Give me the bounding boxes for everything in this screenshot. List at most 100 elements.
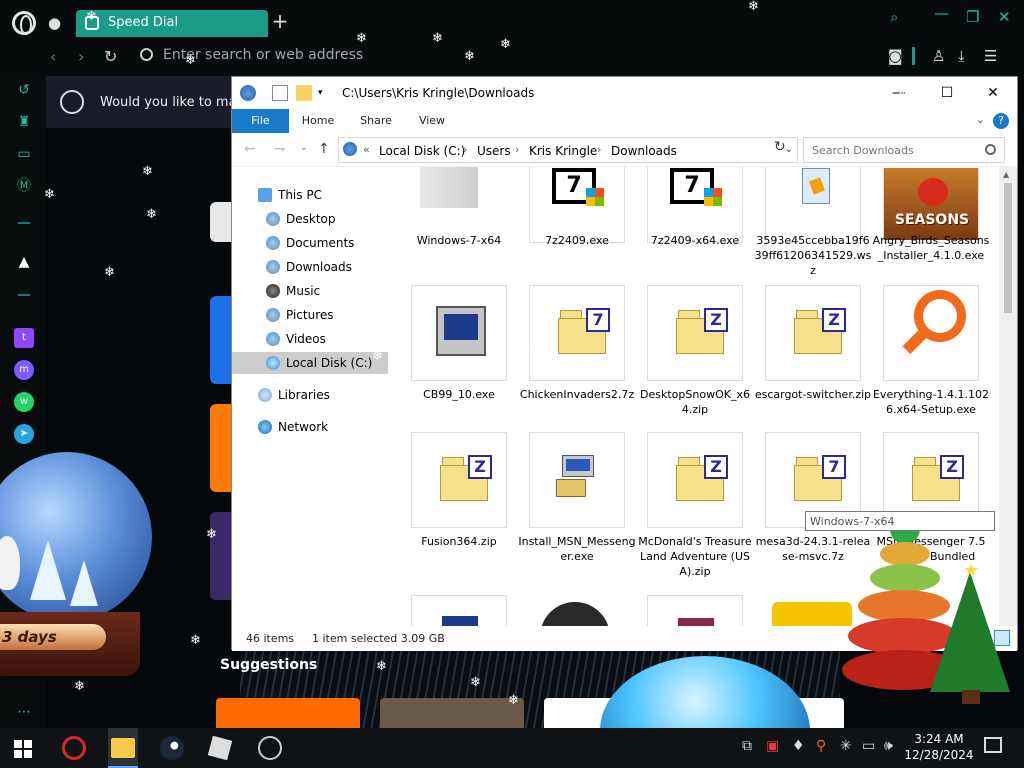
nav-item-documents[interactable]: Documents (266, 232, 388, 254)
nav-item-music[interactable]: Music (266, 280, 388, 302)
banner-text: Would you like to make (100, 95, 252, 110)
tab-search-icon[interactable]: ⌕ (890, 8, 898, 26)
nav-item-network[interactable]: Network (258, 416, 388, 438)
file-thumbnail: SEASONS (883, 167, 979, 243)
suggestion-card[interactable] (380, 698, 524, 728)
reload-button[interactable]: ↻ (104, 47, 117, 66)
file-thumbnail (529, 432, 625, 528)
task-view-icon[interactable]: ⧉ (742, 738, 752, 754)
everything-tray-icon[interactable]: ⚲ (816, 738, 826, 754)
up-button[interactable]: ↑ (318, 141, 330, 157)
tab-home[interactable]: Home (292, 109, 344, 133)
messenger-icon[interactable]: m (14, 360, 34, 380)
snow-tray-icon[interactable]: ✳ (840, 738, 852, 754)
snowflake-icon: ❄ (142, 164, 153, 179)
new-tab-button[interactable]: + (270, 11, 290, 32)
twitch-icon[interactable]: t (14, 328, 34, 348)
network-tray-icon[interactable]: ▭ (862, 738, 875, 754)
breadcrumb-downloads[interactable]: Downloads (611, 144, 677, 158)
tab-share[interactable]: Share (350, 109, 402, 133)
new-folder-icon[interactable] (296, 85, 312, 101)
nav-item-this-pc[interactable]: This PC (258, 184, 388, 206)
search-input[interactable]: Search Downloads (803, 137, 1005, 163)
file-thumbnail[interactable] (647, 595, 743, 626)
help-icon[interactable]: ? (993, 113, 1009, 129)
snowflake-icon: ❄ (74, 679, 85, 694)
opera-logo-icon[interactable] (12, 11, 36, 35)
aria-icon[interactable]: ↺ (14, 80, 34, 100)
search-icon (140, 48, 153, 61)
file-thumbnail[interactable] (529, 595, 625, 626)
back-button[interactable]: ‹ (50, 47, 56, 66)
quick-access-dropdown-icon[interactable]: ▾ (318, 85, 334, 101)
snowflake-icon: ❄ (185, 53, 196, 68)
whatsapp-icon[interactable]: w (14, 392, 34, 412)
nav-item-videos[interactable]: Videos (266, 328, 388, 350)
breadcrumb-chevron-icon[interactable]: › (597, 143, 601, 156)
steam-taskbar-icon[interactable] (160, 736, 184, 760)
everything-icon (898, 290, 966, 358)
crypto-wallet-icon[interactable]: ♜ (14, 112, 34, 132)
globe-tree (70, 560, 98, 606)
breadcrumb-users[interactable]: Users (477, 144, 511, 158)
nav-item-desktop[interactable]: Desktop (266, 208, 388, 230)
file-thumbnail: Z (647, 432, 743, 528)
volume-icon[interactable]: 🕪 (884, 738, 893, 754)
nav-item-libraries[interactable]: Libraries (258, 384, 388, 406)
opera-taskbar-icon[interactable] (62, 736, 86, 760)
address-bar[interactable]: « Local Disk (C:) › Users › Kris Kringle… (338, 137, 798, 163)
system-clock[interactable]: 3:24 AM 12/28/2024 (904, 731, 974, 763)
player-icon[interactable]: ▭ (14, 144, 34, 164)
easy-setup-icon[interactable]: ☰ (984, 47, 997, 65)
close-button[interactable]: ✕ (970, 79, 1016, 107)
scroll-thumb[interactable] (1004, 183, 1012, 313)
gx-icon[interactable]: Ⓜ (14, 176, 34, 196)
download-icon[interactable]: ⤓ (958, 47, 965, 65)
workspace-icon[interactable]: ● (48, 14, 68, 34)
tab-view[interactable]: View (406, 109, 458, 133)
address-input[interactable]: Enter search or web address (140, 47, 363, 63)
dropbox-icon[interactable]: ♦ (792, 738, 805, 754)
properties-icon[interactable] (272, 85, 288, 101)
telegram-icon[interactable]: ➤ (14, 424, 34, 444)
close-button[interactable]: ✕ (998, 8, 1011, 26)
recent-dropdown-icon[interactable]: ⌄ (300, 143, 308, 153)
file-thumbnail (411, 285, 507, 381)
maximize-button[interactable]: ☐ (924, 79, 970, 107)
tab-file[interactable]: File (232, 109, 289, 133)
minimize-button[interactable]: — (934, 4, 949, 22)
suggestion-card[interactable] (216, 698, 360, 728)
breadcrumb-chevron-icon[interactable]: › (515, 143, 519, 156)
file-explorer-taskbar-icon[interactable] (111, 738, 135, 758)
account-icon[interactable]: ♙ (932, 47, 945, 65)
scroll-up-icon[interactable]: ▲ (1003, 170, 1009, 179)
ribbon-expand-icon[interactable]: ⌄ (976, 113, 985, 126)
breadcrumb-local-disk[interactable]: Local Disk (C:) (379, 144, 465, 158)
refresh-icon[interactable]: ↻ (774, 139, 786, 155)
snowflake-icon: ❄ (146, 207, 157, 222)
7z-archive-icon: 7 (558, 308, 610, 354)
notifications-icon[interactable] (984, 737, 1002, 753)
nav-item-local-disk[interactable]: Local Disk (C:) (232, 352, 388, 374)
address-dropdown-icon[interactable]: ⌄ (785, 144, 793, 155)
back-button[interactable]: ← (244, 141, 256, 157)
maximize-button[interactable]: ❐ (966, 8, 979, 26)
tray-app-icon[interactable]: ▣ (766, 738, 779, 754)
tab-speed-dial[interactable]: Speed Dial (76, 10, 268, 37)
nav-item-downloads[interactable]: Downloads (266, 256, 388, 278)
breadcrumb-chevron-icon[interactable]: › (463, 143, 467, 156)
sidebar-more-icon[interactable]: ⋯ (14, 702, 34, 722)
breadcrumb-overflow[interactable]: « (363, 143, 370, 156)
file-thumbnail[interactable] (411, 595, 507, 626)
start-button[interactable] (14, 740, 32, 758)
breadcrumb-kris-kringle[interactable]: Kris Kringle (529, 144, 597, 158)
vertical-scrollbar[interactable]: ▲ (999, 167, 1017, 626)
nav-item-pictures[interactable]: Pictures (266, 304, 388, 326)
forward-button[interactable]: › (78, 47, 84, 66)
roblox-taskbar-icon[interactable] (207, 735, 233, 761)
camera-icon[interactable]: ◙ (888, 47, 903, 65)
pc-icon (258, 188, 272, 202)
clock-app-taskbar-icon[interactable] (258, 736, 282, 760)
arc-icon[interactable]: ▲ (14, 252, 34, 272)
disk-icon (240, 85, 256, 101)
